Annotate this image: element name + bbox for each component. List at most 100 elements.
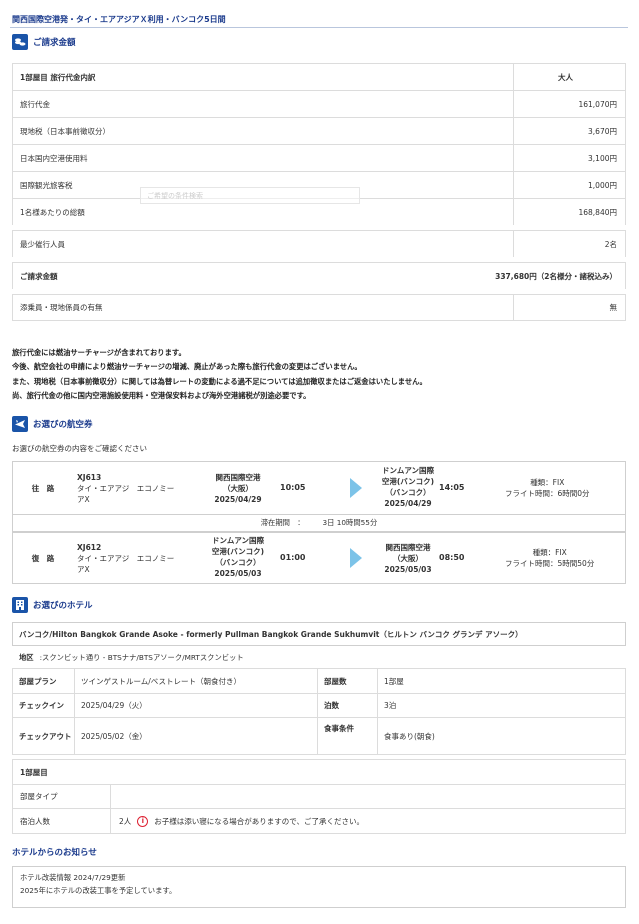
arr-place: 関西国際空港 （大阪） 2025/05/03	[368, 542, 448, 575]
price-row: 現地税（日本事前徴収分） 3,670円	[12, 117, 626, 144]
note-line: 今後、航空会社の申請により燃油サーチャージの増減、廃止があった際も旅行代金の変更…	[12, 362, 362, 372]
arrow-right-icon	[350, 548, 362, 568]
hotel-heading-label: お選びのホテル	[33, 601, 93, 611]
price-row: 旅行代金 161,070円	[12, 90, 626, 117]
min-people-label: 最少催行人員	[20, 239, 65, 249]
table-row: チェックイン 2025/04/29（火） 泊数 3泊	[13, 694, 625, 718]
dep-date: 2025/04/29	[214, 495, 262, 504]
flight-code: XJ613	[77, 473, 102, 482]
fare-type: 種類：FIX	[530, 478, 565, 487]
hotel-area-value: :スクンビット通り - BTSナナ/BTSアソーク/MRTスクンビット	[39, 653, 244, 662]
flight-airline: タイ・エアアジ エコノミー	[77, 554, 175, 563]
checkin-value: 2025/04/29（火）	[75, 694, 318, 717]
rooms-label: 部屋数	[318, 669, 378, 693]
checkout-value: 2025/05/02（金）	[75, 718, 318, 754]
table-row: 部屋プラン ツインゲストルーム/ベストレート（朝食付き） 部屋数 1部屋	[13, 669, 625, 694]
price-row-value: 3,100円	[513, 145, 625, 171]
room-title: 1部屋目	[13, 760, 625, 785]
price-row-value: 161,070円	[513, 91, 625, 117]
meal-label: 食事条件	[318, 718, 378, 754]
flight-name: XJ612 タイ・エアアジ エコノミー アX	[77, 542, 187, 575]
total-label: ご請求金額	[20, 271, 58, 281]
flight-direction: 復 路	[31, 553, 55, 563]
arr-place-line: （大阪）	[393, 554, 423, 563]
stay-period: 滞在期間 ： 3日 10時間55分	[13, 514, 625, 531]
flight-duration: フライト時間：5時間50分	[505, 559, 595, 568]
price-row-value: 1,000円	[513, 172, 625, 198]
nights-label: 泊数	[318, 694, 378, 717]
guests-value: 2人	[119, 816, 132, 826]
min-people-value: 2名	[513, 231, 625, 257]
flight-direction: 往 路	[31, 483, 55, 493]
escort-value: 無	[513, 295, 625, 320]
fare-type: 種類：FIX	[532, 548, 567, 557]
price-notes: 旅行代金には燃油サーチャージが含まれております。 今後、航空会社の申請により燃油…	[12, 346, 427, 403]
flight-airline-cont: アX	[77, 565, 90, 574]
outbound-flight: 往 路 XJ613 タイ・エアアジ エコノミー アX 関西国際空港 （大阪） 2…	[12, 461, 626, 532]
dep-date: 2025/05/03	[214, 569, 262, 578]
price-row: 日本国内空港使用料 3,100円	[12, 144, 626, 171]
flight-info: 種類：FIX フライト時間：5時間50分	[505, 547, 594, 569]
page: 関西国際空港発・タイ・エアアジアＸ利用・バンコク5日間 ご請求金額 1部屋目 旅…	[0, 0, 639, 924]
notice-line: 2025年にホテルの改装工事を予定しています。	[20, 885, 177, 895]
total-row: ご請求金額 337,680円（2名様分・諸税込み）	[12, 262, 626, 289]
arrow-right-icon	[350, 478, 362, 498]
flight-airline-cont: アX	[77, 495, 90, 504]
rooms-value: 1部屋	[384, 676, 404, 686]
meal-value: 食事あり(朝食)	[384, 731, 435, 741]
hotel-notice-box: ホテル改装情報 2024/7/29更新 2025年にホテルの改装工事を予定してい…	[12, 866, 626, 908]
flight-airline: タイ・エアアジ エコノミー	[77, 484, 175, 493]
info-warning-icon: i	[137, 815, 149, 827]
inbound-flight: 復 路 XJ612 タイ・エアアジ エコノミー アX ドンムアン国際 空港(バン…	[12, 532, 626, 584]
dep-place-line: （大阪）	[223, 484, 253, 493]
flight-duration: フライト時間：6時間0分	[505, 489, 590, 498]
hotel-area: 地区:スクンビット通り - BTSナナ/BTSアソーク/MRTスクンビット	[19, 653, 244, 663]
stay-value: 3日 10時間55分	[322, 518, 378, 527]
price-row-value: 3,670円	[513, 118, 625, 144]
table-row: 部屋タイプ	[13, 785, 625, 809]
price-header-label: 1部屋目 旅行代金内訳	[20, 72, 96, 82]
table-row: チェックアウト 2025/05/02（金） 食事条件 食事あり(朝食)	[13, 718, 625, 754]
arr-time: 14:05	[439, 483, 465, 492]
flight-name: XJ613 タイ・エアアジ エコノミー アX	[77, 472, 187, 505]
room-table: 1部屋目 部屋タイプ 宿泊人数 2人 i お子様は添い寝になる場合がありますので…	[12, 759, 626, 834]
hotel-notice-heading: ホテルからのお知らせ	[12, 848, 97, 858]
title-divider	[10, 27, 628, 28]
per-person-value: 168,840円	[513, 199, 625, 225]
arr-place-line: 空港(バンコク)	[381, 477, 435, 486]
billing-heading: ご請求金額	[12, 34, 76, 50]
hotel-heading: お選びのホテル	[12, 597, 93, 613]
guests-value-cell: 2人 i お子様は添い寝になる場合がありますので、ご了承ください。	[111, 809, 625, 833]
coins-icon	[12, 34, 28, 50]
guests-note: お子様は添い寝になる場合がありますので、ご了承ください。	[154, 816, 364, 826]
escort-label: 添乗員・現地係員の有無	[20, 303, 103, 312]
arr-place-line: ドンムアン国際	[381, 466, 435, 475]
dep-place-line: ドンムアン国際	[211, 536, 265, 545]
dep-place: ドンムアン国際 空港(バンコク) （バンコク） 2025/05/03	[198, 535, 278, 579]
nights-value: 3泊	[384, 701, 397, 710]
guests-label: 宿泊人数	[13, 809, 111, 833]
checkin-label: チェックイン	[13, 694, 75, 717]
roomtype-label: 部屋タイプ	[13, 785, 111, 808]
building-icon	[12, 597, 28, 613]
arr-place-line: （バンコク）	[385, 488, 431, 497]
arr-place-line: 関西国際空港	[385, 543, 431, 552]
note-line: また、現地税（日本事前徴収分）に関しては為替レートの変動による過不足については追…	[12, 376, 427, 386]
dep-time: 01:00	[280, 553, 306, 562]
hotel-name: バンコク/Hilton Bangkok Grande Asoke - forme…	[12, 622, 626, 646]
escort-row: 添乗員・現地係員の有無 無	[12, 294, 626, 321]
page-title: 関西国際空港発・タイ・エアアジアＸ利用・バンコク5日間	[12, 15, 226, 24]
flights-heading-label: お選びの航空券	[33, 420, 93, 430]
price-row-label: 旅行代金	[20, 99, 50, 109]
min-people-row: 最少催行人員 2名	[12, 230, 626, 257]
plan-value: ツインゲストルーム/ベストレート（朝食付き）	[75, 669, 318, 693]
price-row-label: 日本国内空港使用料	[20, 153, 88, 163]
dep-place: 関西国際空港 （大阪） 2025/04/29	[198, 472, 278, 505]
ghost-search-box: ご希望の条件検索	[140, 187, 360, 204]
dep-place-line: 空港(バンコク)	[211, 547, 265, 556]
notice-line: ホテル改装情報 2024/7/29更新	[20, 873, 126, 882]
total-value: 337,680円（2名様分・諸税込み）	[495, 271, 617, 281]
roomtype-value	[111, 785, 625, 808]
flight-code: XJ612	[77, 543, 102, 552]
arr-date: 2025/04/29	[384, 499, 432, 508]
